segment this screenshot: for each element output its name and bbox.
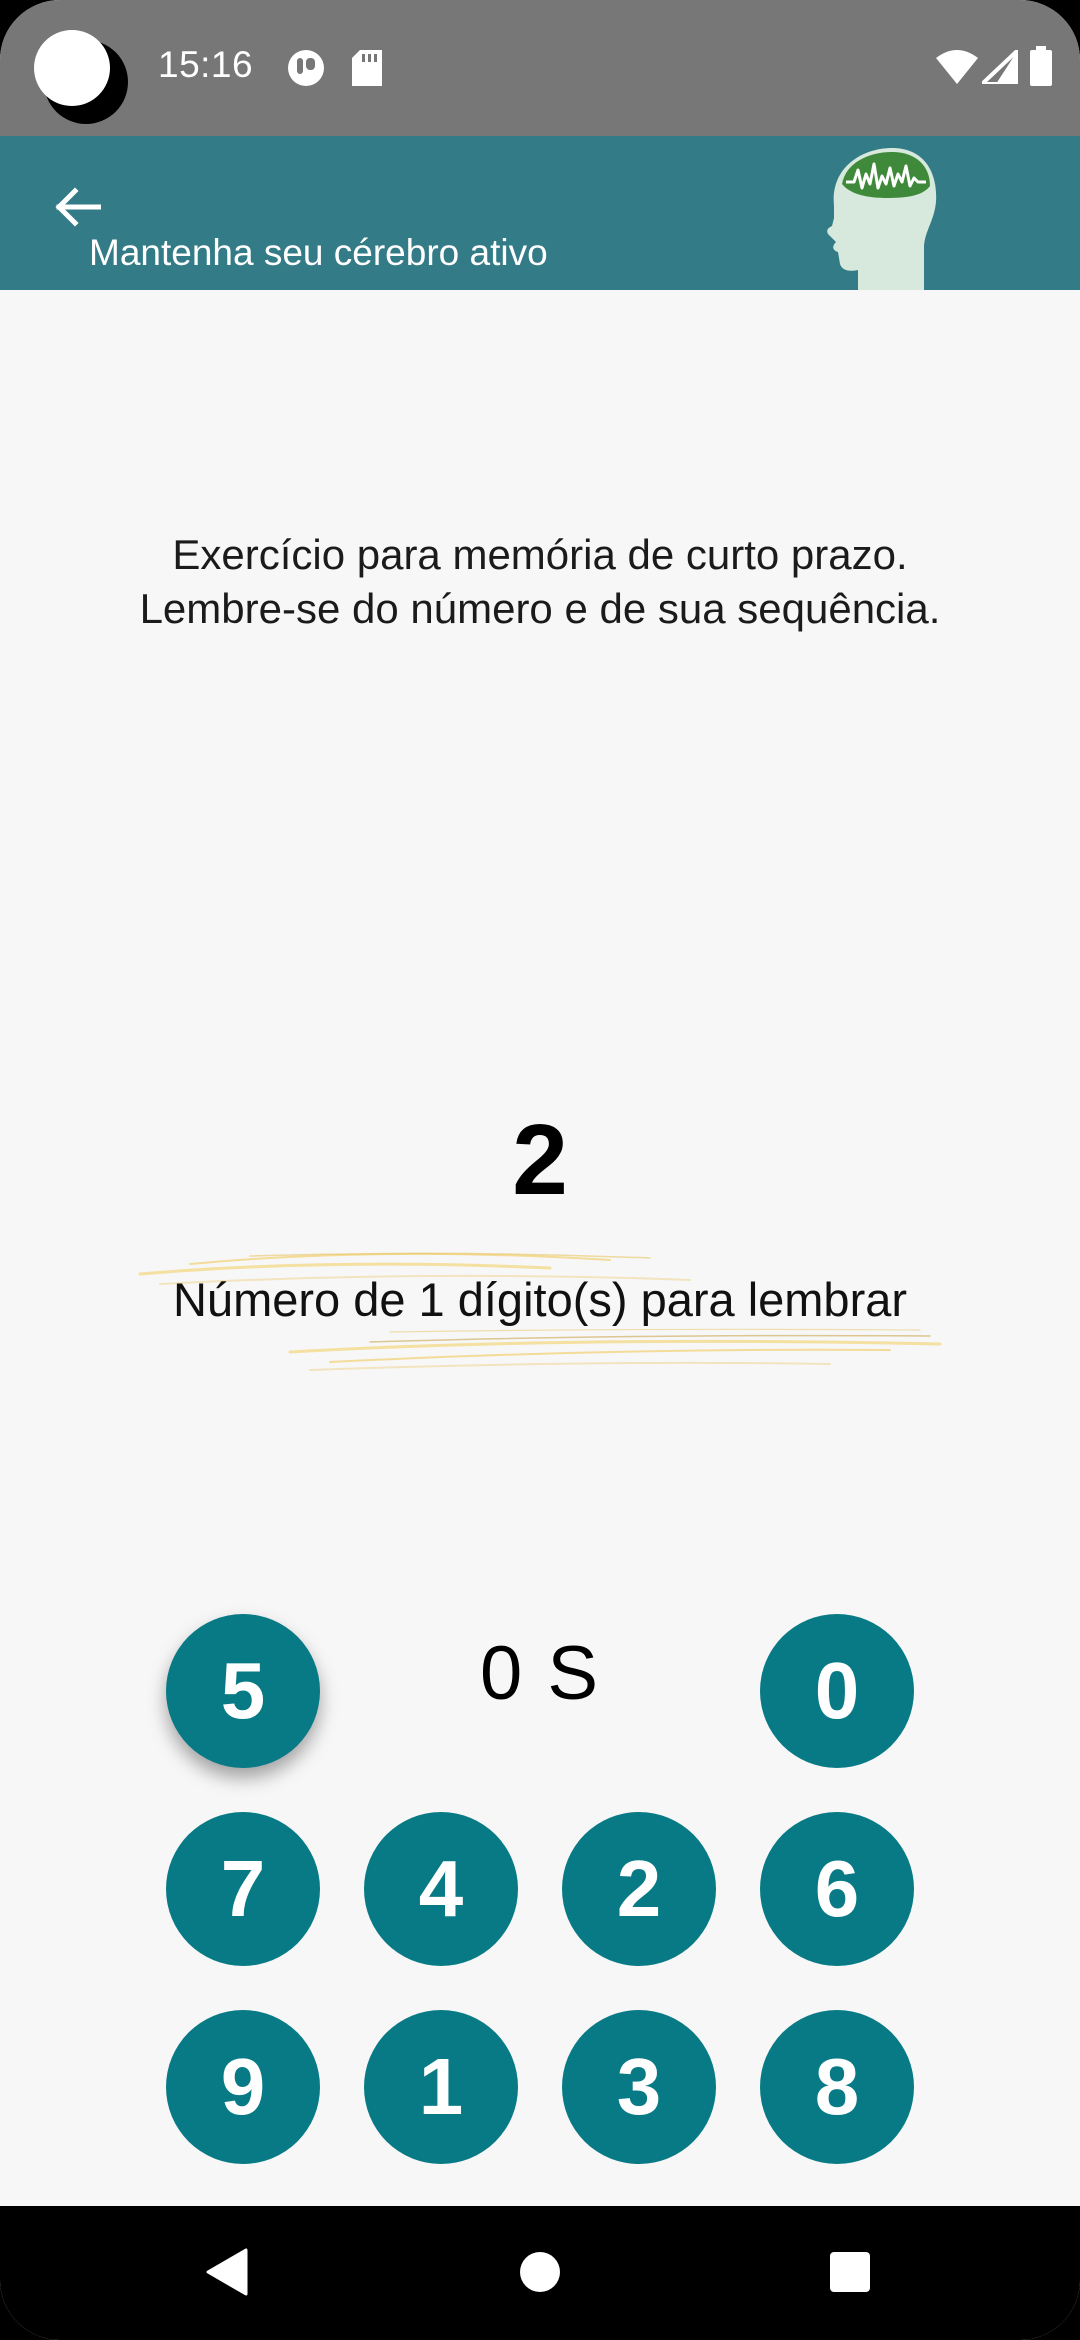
sd-card-icon [352,50,382,91]
recents-square-icon [828,2250,872,2299]
key-button[interactable]: 6 [760,1812,914,1966]
key-button[interactable]: 1 [364,2010,518,2164]
instruction-line-1: Exercício para memória de curto prazo. [172,531,908,578]
camera-cutout [34,30,128,124]
key-button[interactable]: 2 [562,1812,716,1966]
key-button[interactable]: 5 [166,1614,320,1768]
digits-caption: Número de 1 dígito(s) para lembrar [172,1273,908,1326]
arrow-left-icon [53,186,102,232]
key-button[interactable]: 9 [166,2010,320,2164]
app-bar: Mantenha seu cérebro ativo [0,136,1080,290]
nav-recents-button[interactable] [822,2246,878,2302]
nav-back-button[interactable] [198,2246,254,2302]
key-button[interactable]: 3 [562,2010,716,2164]
screen: 15:16 Mantenha seu cérebro ativo Exercíc… [0,0,1080,2340]
timer-display: 0 S [479,1631,601,1716]
key-button[interactable]: 0 [760,1614,914,1768]
key-button[interactable]: 4 [364,1812,518,1966]
key-button[interactable]: 8 [760,2010,914,2164]
target-number: 2 [512,1104,568,1216]
home-circle-icon [518,2250,562,2299]
notification-app-icon [286,48,326,93]
brain-head-logo [812,144,938,290]
nav-home-button[interactable] [512,2246,568,2302]
navigation-bar [0,2206,1080,2340]
app-subtitle: Mantenha seu cérebro ativo [89,232,548,273]
back-triangle-icon [204,2248,248,2301]
status-time: 15:16 [158,44,254,85]
wifi-icon [936,50,978,89]
battery-icon [1030,46,1052,91]
status-bar: 15:16 [0,0,1080,136]
cell-signal-icon [976,45,1020,89]
device-frame: 15:16 Mantenha seu cérebro ativo Exercíc… [0,0,1080,2340]
instructions: Exercício para memória de curto prazo. L… [0,528,1080,636]
instruction-line-2: Lembre-se do número e de sua sequência. [139,585,941,632]
key-button[interactable]: 7 [166,1812,320,1966]
